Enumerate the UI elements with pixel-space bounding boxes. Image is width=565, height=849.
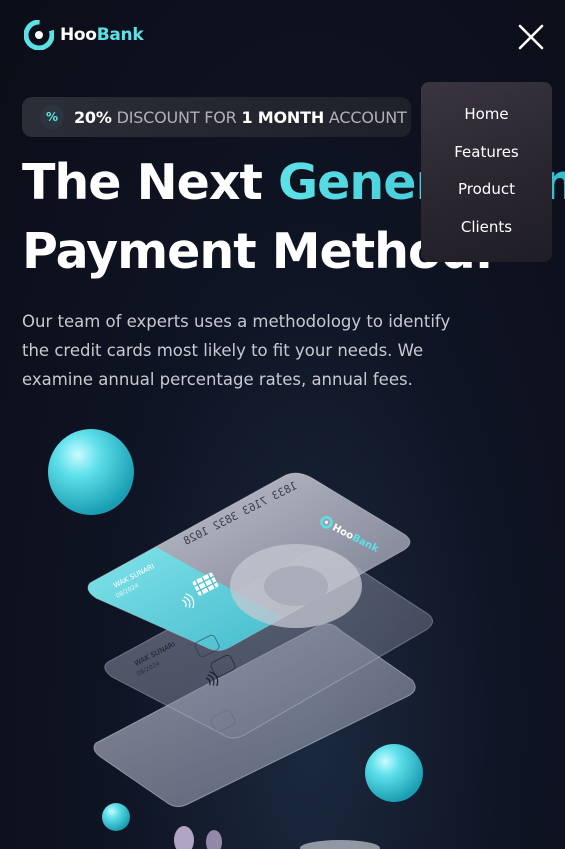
hero-description: Our team of experts uses a methodology t… xyxy=(22,312,451,389)
nav-menu: Home Features Product Clients xyxy=(421,82,552,262)
nav-item-home[interactable]: Home xyxy=(464,96,508,134)
promo-banner: % 20% DISCOUNT FOR 1 MONTH ACCOUNT xyxy=(22,97,411,137)
promo-percent: 20% xyxy=(74,107,112,127)
logo[interactable]: HooBank xyxy=(24,20,144,50)
nav-item-features[interactable]: Features xyxy=(454,134,519,172)
hero-heading-plain: The Next xyxy=(22,154,278,211)
promo-months: 1 MONTH xyxy=(241,107,325,127)
logo-text-prefix: Hoo xyxy=(60,25,97,45)
hero-illustration: WAK SUNARI 08/2024 WAK SUNARI 08/2024 18… xyxy=(48,429,433,849)
promo-text-2: ACCOUNT xyxy=(324,107,407,127)
logo-mark-icon xyxy=(24,20,54,50)
logo-text: HooBank xyxy=(60,25,144,45)
sphere-right xyxy=(365,744,423,802)
nav-item-product[interactable]: Product xyxy=(458,171,515,209)
sphere-small xyxy=(102,803,130,831)
discount-icon: % xyxy=(40,105,64,129)
logo-text-suffix: Bank xyxy=(96,25,144,45)
promo-text: 20% DISCOUNT FOR 1 MONTH ACCOUNT xyxy=(74,108,407,127)
close-icon[interactable] xyxy=(516,22,546,52)
nav-item-clients[interactable]: Clients xyxy=(461,209,512,247)
promo-text-1: DISCOUNT FOR xyxy=(111,107,242,127)
sphere-large xyxy=(48,429,134,515)
